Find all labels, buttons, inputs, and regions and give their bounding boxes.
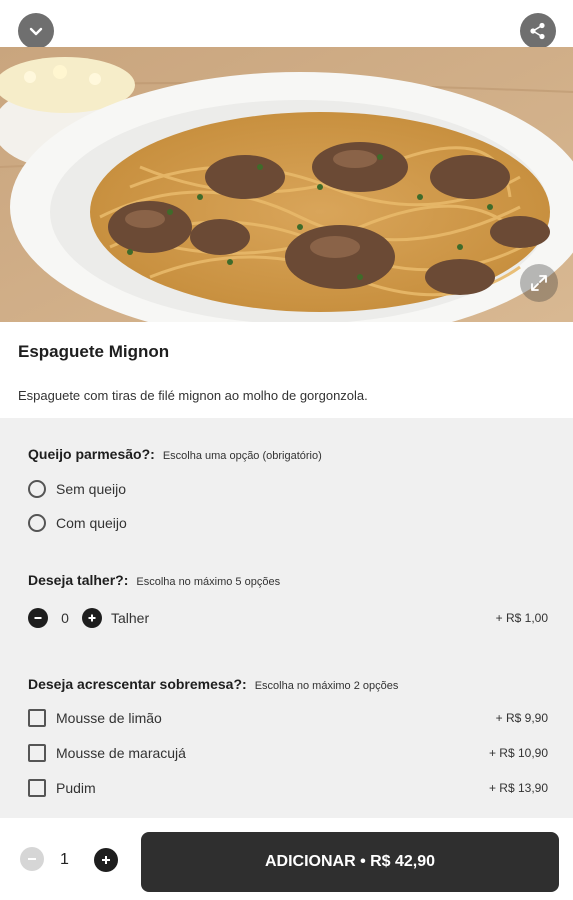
cutlery-label: Talher [111, 610, 150, 626]
dessert-option-label: Mousse de limão [56, 710, 162, 726]
plus-icon[interactable] [82, 608, 102, 628]
expand-icon[interactable] [520, 264, 558, 302]
radio-option-com-queijo[interactable]: Com queijo [28, 514, 127, 532]
radio-option-sem-queijo[interactable]: Sem queijo [28, 480, 126, 498]
share-icon[interactable] [520, 13, 556, 49]
dessert-option-price: + R$ 13,90 [488, 781, 548, 795]
dessert-option-price: + R$ 10,90 [488, 746, 548, 760]
radio-button[interactable] [28, 514, 46, 532]
top-bar [0, 0, 573, 49]
cheese-group-title: Queijo parmesão?: [28, 446, 155, 462]
increase-quantity-icon[interactable] [94, 848, 118, 872]
dessert-option-mousse-limao[interactable]: Mousse de limão + R$ 9,90 [28, 709, 548, 727]
minus-icon[interactable] [28, 608, 48, 628]
cutlery-price: + R$ 1,00 [495, 611, 548, 625]
dessert-group-title: Deseja acrescentar sobremesa?: [28, 676, 247, 692]
chevron-down-icon[interactable] [18, 13, 54, 49]
checkbox[interactable] [28, 744, 46, 762]
dessert-option-mousse-maracuja[interactable]: Mousse de maracujá + R$ 10,90 [28, 744, 548, 762]
radio-button[interactable] [28, 480, 46, 498]
bottom-bar: 1 ADICIONAR • R$ 42,90 [0, 818, 573, 900]
cutlery-group-hint: Escolha no máximo 5 opções [136, 576, 281, 588]
checkbox[interactable] [28, 779, 46, 797]
cutlery-group-header: Deseja talher?: Escolha no máximo 5 opçõ… [28, 572, 280, 588]
checkbox[interactable] [28, 709, 46, 727]
dessert-option-price: + R$ 9,90 [495, 711, 548, 725]
options-panel: Queijo parmesão?: Escolha uma opção (obr… [0, 418, 573, 818]
radio-option-label: Sem queijo [56, 481, 127, 497]
order-quantity: 1 [60, 851, 69, 868]
radio-option-label: Com queijo [56, 515, 127, 531]
cheese-group-header: Queijo parmesão?: Escolha uma opção (obr… [28, 446, 322, 462]
cutlery-group-title: Deseja talher?: [28, 572, 129, 588]
product-title: Espaguete Mignon [18, 342, 170, 361]
add-to-cart-button[interactable]: ADICIONAR • R$ 42,90 [141, 832, 559, 892]
product-description: Espaguete com tiras de filé mignon ao mo… [18, 388, 368, 403]
decrease-quantity-icon[interactable] [20, 847, 44, 871]
dessert-option-pudim[interactable]: Pudim + R$ 13,90 [28, 779, 548, 797]
dessert-group-hint: Escolha no máximo 2 opções [254, 680, 399, 692]
pasta-dish-image [0, 47, 573, 322]
cutlery-stepper: 0 Talher + R$ 1,00 [28, 607, 548, 629]
dessert-option-label: Pudim [56, 780, 96, 796]
cheese-group-hint: Escolha uma opção (obrigatório) [162, 450, 322, 462]
product-photo[interactable] [0, 47, 573, 322]
cutlery-quantity: 0 [61, 610, 69, 626]
dessert-option-label: Mousse de maracujá [56, 745, 186, 761]
dessert-group-header: Deseja acrescentar sobremesa?: Escolha n… [28, 676, 398, 692]
